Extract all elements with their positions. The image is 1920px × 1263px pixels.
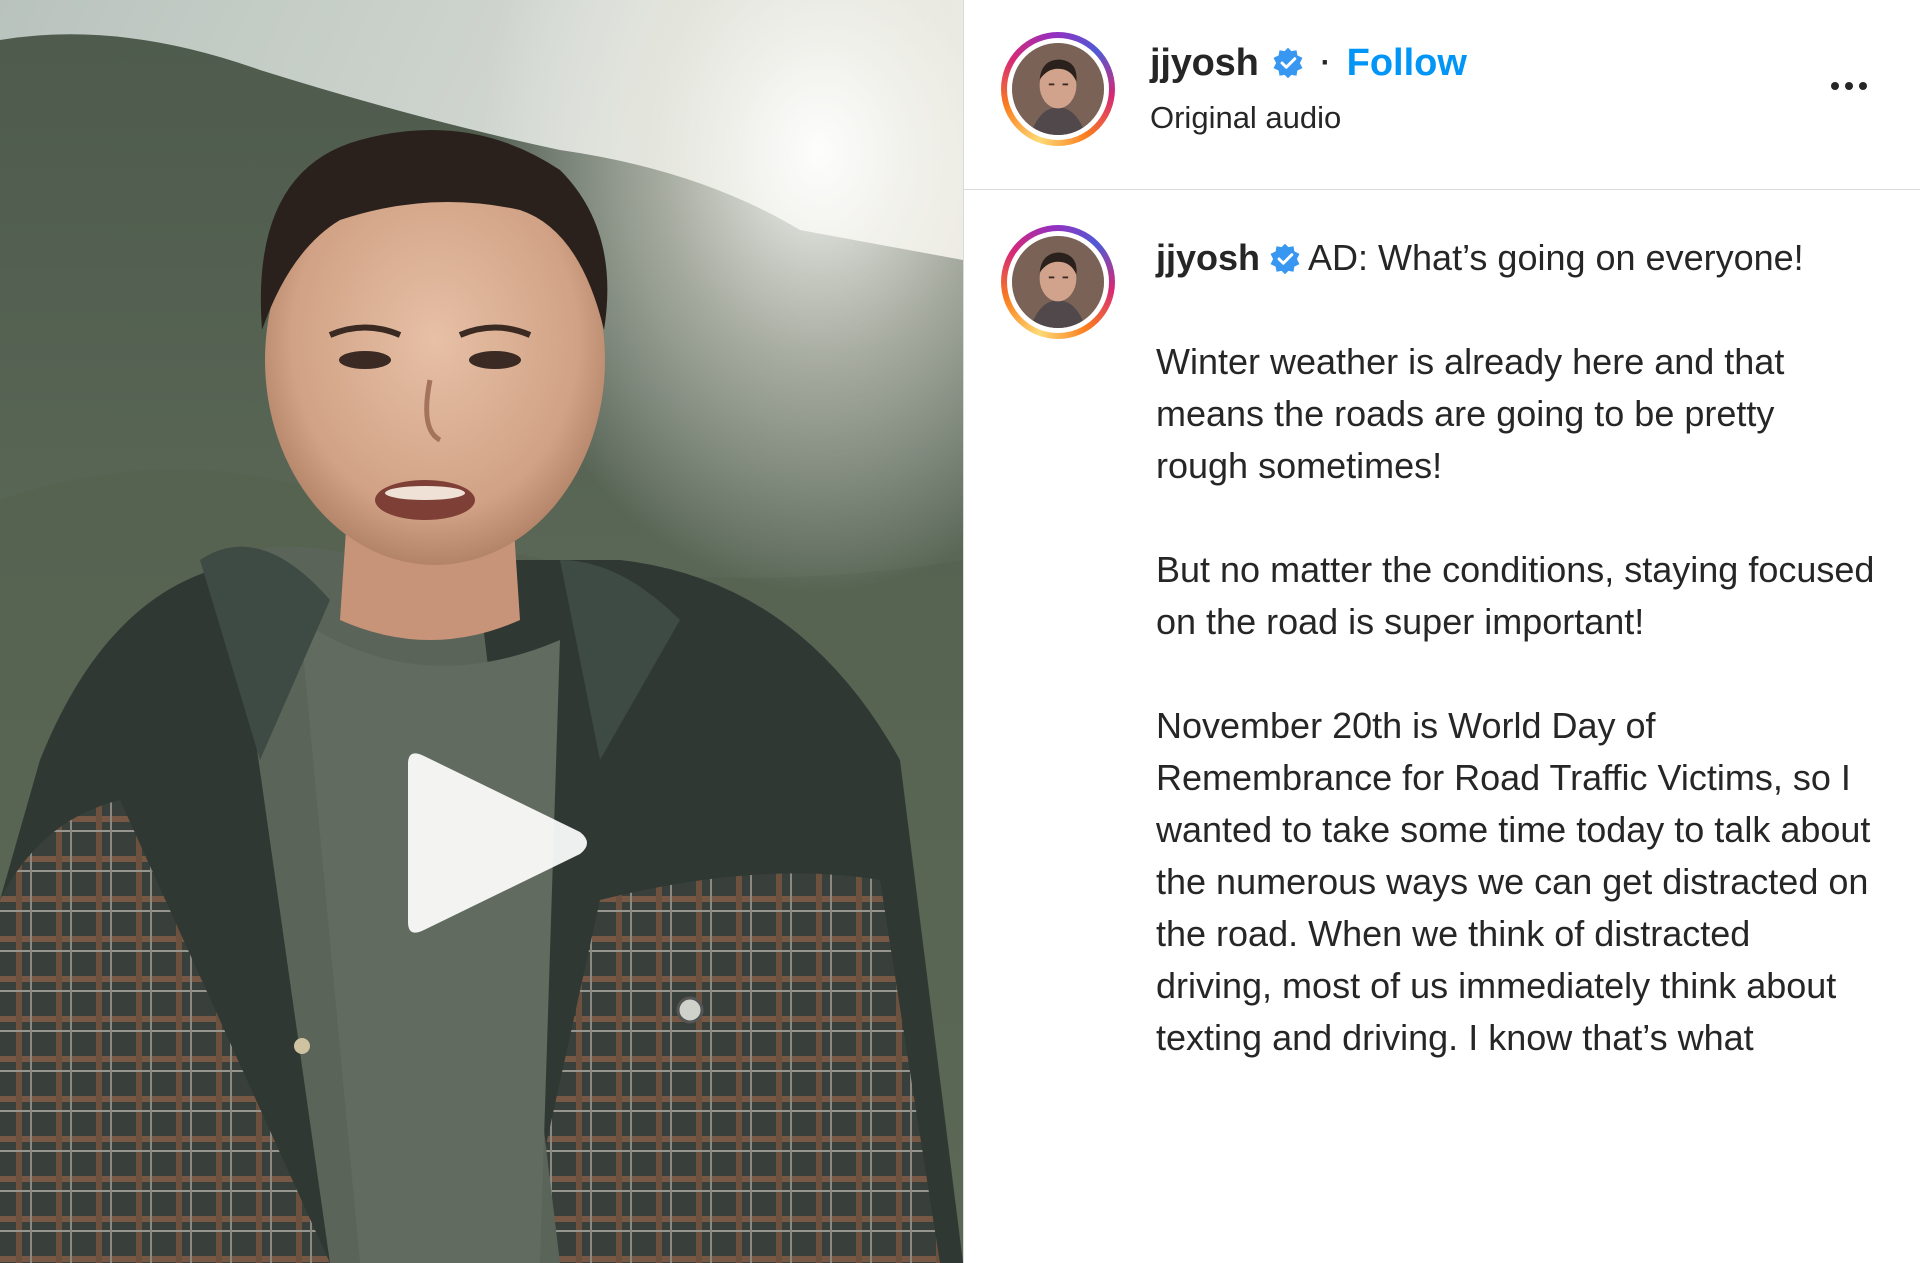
username-link[interactable]: jjyosh (1150, 42, 1259, 85)
video-player[interactable] (0, 0, 963, 1263)
caption-avatar[interactable] (1012, 236, 1104, 328)
post-header: jjyosh · Follow Original audio (964, 0, 1920, 190)
header-user-line: jjyosh · Follow (1150, 38, 1467, 88)
audio-link[interactable]: Original audio (1150, 100, 1341, 136)
post-side-panel: jjyosh · Follow Original audio jjyosh AD… (963, 0, 1920, 1263)
play-icon (408, 753, 587, 933)
caption-username-link[interactable]: jjyosh (1156, 237, 1260, 278)
verified-badge-icon (1268, 242, 1302, 276)
caption-paragraph-3: But no matter the conditions, staying fo… (1156, 549, 1875, 642)
caption-paragraph-4: November 20th is World Day of Remembranc… (1156, 705, 1871, 1058)
caption-text: jjyosh AD: What’s going on everyone! Wint… (1156, 232, 1876, 1064)
story-ring[interactable] (1001, 32, 1115, 146)
separator-dot: · (1320, 46, 1331, 79)
caption-paragraph-text: AD: What’s going on everyone! (1308, 237, 1804, 278)
more-options-button[interactable] (1823, 66, 1875, 106)
video-frame (0, 0, 963, 1263)
play-button[interactable] (396, 748, 596, 938)
verified-badge-icon (1271, 46, 1305, 80)
more-options-icon (1831, 82, 1867, 90)
caption: jjyosh AD: What’s going on everyone! Wint… (964, 190, 1920, 1263)
caption-paragraph-2: Winter weather is already here and that … (1156, 341, 1785, 486)
avatar[interactable] (1012, 43, 1104, 135)
caption-story-ring[interactable] (1001, 225, 1115, 339)
follow-button[interactable]: Follow (1347, 42, 1467, 85)
caption-paragraph-1: jjyosh AD: What’s going on everyone! (1156, 232, 1876, 284)
